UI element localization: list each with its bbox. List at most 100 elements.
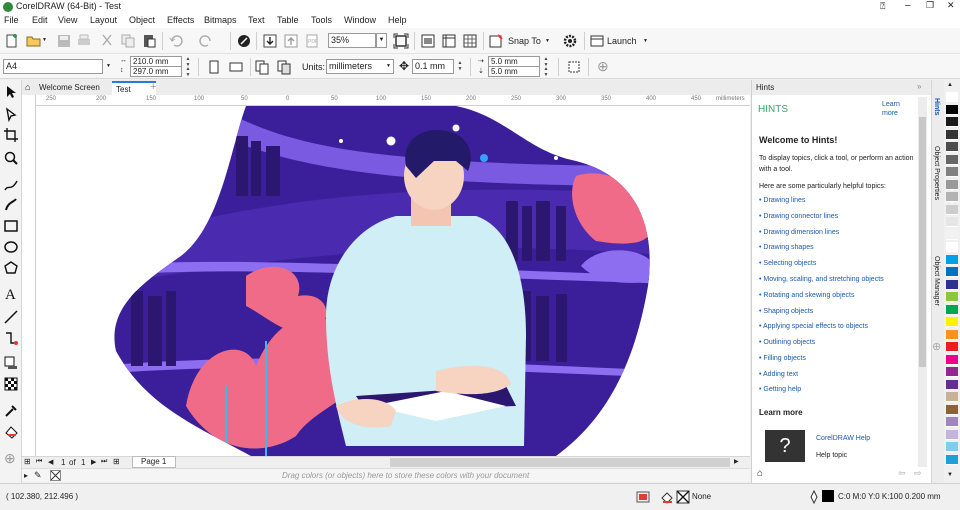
all-pages-icon[interactable]	[254, 59, 270, 75]
help-book-icon[interactable]: ?	[765, 430, 805, 462]
fill-bucket-icon[interactable]	[660, 490, 674, 504]
help-icon[interactable]: ⍰	[880, 1, 885, 12]
current-page-icon[interactable]	[276, 59, 292, 75]
collapse-icon[interactable]: »	[917, 82, 921, 91]
pick-tool-icon[interactable]	[3, 84, 19, 100]
menu-file[interactable]: File	[4, 15, 19, 25]
prev-page-icon[interactable]: ◀	[48, 458, 53, 466]
color-swatch[interactable]	[946, 204, 958, 215]
hint-link[interactable]: • Drawing shapes	[759, 244, 814, 251]
nudge-spinner-icon[interactable]: ▲ ▼	[456, 60, 464, 72]
transparency-tool-icon[interactable]	[3, 376, 19, 392]
save-icon[interactable]	[56, 33, 72, 49]
color-swatch[interactable]	[946, 417, 958, 427]
no-color-swatch[interactable]	[50, 470, 61, 481]
launch-dropdown-icon[interactable]: ▼	[643, 38, 648, 44]
color-swatch[interactable]	[946, 192, 958, 202]
duplicate-distance-y-field[interactable]: 5.0 mm	[488, 66, 540, 77]
first-page-icon[interactable]: ⏮	[36, 458, 42, 466]
color-swatch[interactable]	[946, 392, 958, 402]
open-folder-icon[interactable]	[26, 33, 42, 49]
freehand-tool-icon[interactable]	[3, 177, 19, 193]
menu-bitmaps[interactable]: Bitmaps	[204, 15, 237, 25]
hint-link[interactable]: • Rotating and skewing objects	[759, 292, 854, 299]
menu-tools[interactable]: Tools	[311, 15, 332, 25]
home-hint-icon[interactable]: ⌂	[757, 468, 763, 479]
color-swatch[interactable]	[946, 229, 958, 240]
palette-scroll-up-icon[interactable]: ▲	[947, 82, 953, 88]
learn-more-link-top[interactable]: Learn more	[882, 100, 912, 118]
snap-to-button[interactable]: Snap To	[508, 36, 541, 46]
hints-scrollbar[interactable]	[918, 97, 927, 467]
palette-scroll-down-icon[interactable]: ▼	[947, 472, 953, 478]
search-content-icon[interactable]	[236, 33, 252, 49]
color-swatch[interactable]	[946, 329, 958, 340]
print-icon[interactable]	[76, 33, 92, 49]
color-swatch[interactable]	[946, 154, 958, 165]
redo-icon[interactable]	[198, 33, 214, 49]
add-property-icon[interactable]: ⊕	[597, 58, 609, 75]
color-swatch[interactable]	[946, 454, 958, 465]
hint-link[interactable]: • Moving, scaling, and stretching object…	[759, 276, 884, 283]
dup-y-spinner-icon[interactable]: ▲ ▼	[542, 66, 550, 78]
menu-object[interactable]: Object	[129, 15, 155, 25]
color-swatch[interactable]	[946, 404, 958, 415]
options-gear-icon[interactable]	[562, 33, 578, 49]
color-swatch[interactable]	[946, 304, 958, 315]
zoom-dropdown-icon[interactable]: ▼	[376, 33, 387, 48]
connector-tool-icon[interactable]	[3, 330, 19, 346]
treat-as-filled-icon[interactable]	[566, 59, 582, 75]
hint-link[interactable]: • Adding text	[759, 371, 798, 378]
export-icon[interactable]	[283, 33, 299, 49]
last-page-icon[interactable]: ⏭	[101, 458, 107, 466]
document-color-icon[interactable]	[636, 491, 650, 503]
home-icon[interactable]: ⌂	[25, 82, 30, 92]
dock-tab-object-properties[interactable]: Object Properties	[933, 146, 940, 200]
tab-welcome-screen[interactable]: Welcome Screen	[35, 81, 121, 95]
crop-tool-icon[interactable]	[3, 127, 19, 143]
hint-link[interactable]: • Outlining objects	[759, 339, 815, 346]
units-dropdown-icon[interactable]: ▼	[386, 63, 391, 69]
add-docker-icon[interactable]: ⊕	[932, 340, 941, 353]
close-button[interactable]: ✕	[947, 0, 955, 11]
ellipse-tool-icon[interactable]	[3, 239, 19, 255]
zoom-to-page-icon[interactable]	[393, 33, 409, 49]
hint-back-icon[interactable]: ⇦	[898, 468, 906, 479]
cut-icon[interactable]	[99, 33, 115, 49]
polygon-tool-icon[interactable]	[3, 260, 19, 276]
horizontal-ruler[interactable]: 250 200 150 100 50 0 50 100 150 200 250 …	[36, 95, 750, 106]
parallel-dimension-icon[interactable]	[3, 309, 19, 325]
page-size-select[interactable]: A4	[3, 59, 103, 74]
hint-link[interactable]: • Drawing connector lines	[759, 213, 838, 220]
copy-icon[interactable]	[120, 33, 136, 49]
show-rulers-icon[interactable]	[441, 33, 457, 49]
no-fill-icon[interactable]	[676, 490, 690, 504]
page-tab[interactable]: Page 1	[132, 456, 176, 468]
color-swatch[interactable]	[946, 442, 958, 452]
color-swatch[interactable]	[946, 117, 958, 127]
color-swatch[interactable]	[946, 367, 958, 377]
hint-link[interactable]: • Filling objects	[759, 355, 806, 362]
color-swatch[interactable]	[946, 354, 958, 365]
add-tool-icon[interactable]: ⊕	[4, 450, 16, 467]
text-tool-icon[interactable]: A	[3, 285, 19, 301]
dock-tab-object-manager[interactable]: Object Manager	[933, 256, 940, 306]
page-size-dropdown-icon[interactable]: ▼	[106, 63, 111, 69]
full-screen-preview-icon[interactable]	[420, 33, 436, 49]
launch-icon[interactable]	[589, 33, 605, 49]
menu-layout[interactable]: Layout	[90, 15, 117, 25]
horizontal-scrollbar[interactable]	[390, 458, 730, 467]
hint-link[interactable]: • Shaping objects	[759, 308, 813, 315]
illustration-artwork[interactable]	[36, 106, 750, 456]
color-swatch[interactable]	[946, 267, 958, 277]
zoom-level-field[interactable]: 35%	[328, 33, 376, 48]
scroll-right-icon[interactable]: ▶	[734, 458, 739, 465]
menu-table[interactable]: Table	[277, 15, 299, 25]
zoom-tool-icon[interactable]	[3, 150, 19, 166]
eyedropper-icon[interactable]	[3, 403, 19, 419]
hint-link[interactable]: • Selecting objects	[759, 260, 816, 267]
color-swatch[interactable]	[946, 429, 958, 440]
color-swatch[interactable]	[946, 254, 958, 265]
drop-shadow-icon[interactable]	[3, 355, 19, 371]
coreldraw-help-link[interactable]: CorelDRAW Help	[816, 435, 870, 442]
